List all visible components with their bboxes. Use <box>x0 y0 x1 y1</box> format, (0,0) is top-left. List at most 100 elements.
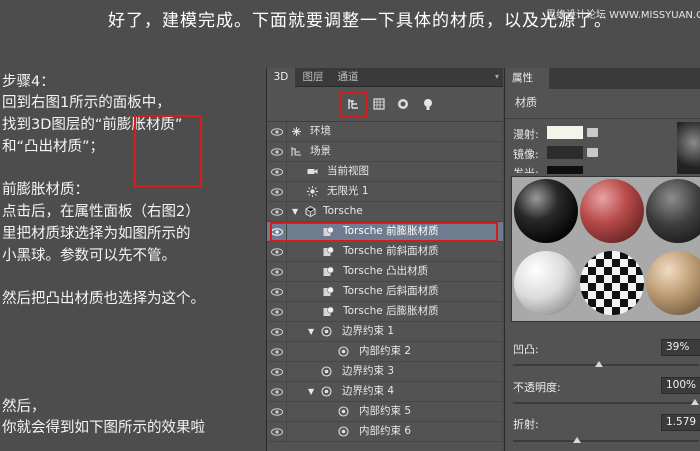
tab-channels[interactable]: 通道 <box>331 68 365 87</box>
material-brick-ball[interactable] <box>580 179 644 243</box>
constraint-icon <box>321 326 332 337</box>
material-icon <box>323 286 334 296</box>
tutorial-line: 步骤4： <box>2 74 55 90</box>
constraint-icon <box>321 386 332 397</box>
layer-label: Torsche 凸出材质 <box>343 265 429 277</box>
light-icon[interactable] <box>419 95 437 113</box>
refraction-slider-track[interactable] <box>513 440 699 442</box>
illumination-label: 发光: <box>513 165 539 173</box>
opacity-slider-knob[interactable] <box>691 399 699 405</box>
eye-icon[interactable] <box>267 262 287 281</box>
opacity-slider-track[interactable] <box>513 402 699 404</box>
expand-caret-icon[interactable]: ▼ <box>308 382 314 401</box>
scene-icon[interactable] <box>345 95 363 113</box>
eye-icon[interactable] <box>267 282 287 301</box>
layer-label: 内部约束 6 <box>359 425 412 437</box>
layer-row-extrusion-material[interactable]: Torsche 凸出材质 <box>267 262 503 282</box>
eye-icon[interactable] <box>267 422 287 441</box>
bump-slider-knob[interactable] <box>595 361 603 367</box>
eye-icon[interactable] <box>267 122 287 141</box>
selected-layer-highlight <box>270 222 498 242</box>
folder-icon[interactable] <box>587 148 598 157</box>
constraint-icon <box>338 406 349 417</box>
expand-caret-icon[interactable]: ▼ <box>292 202 298 221</box>
mesh-icon <box>305 206 316 217</box>
eye-icon[interactable] <box>267 382 287 401</box>
properties-subtitle: 材质 <box>515 96 537 109</box>
layer-label: 环境 <box>310 125 331 137</box>
material-icon[interactable] <box>394 95 412 113</box>
selected-material-highlight <box>134 115 202 187</box>
layer-row-boundary-constraint-3[interactable]: 边界约束 3 <box>267 362 503 382</box>
layer-label: 边界约束 1 <box>342 325 395 337</box>
environment-icon <box>292 127 301 136</box>
eye-icon[interactable] <box>267 202 287 221</box>
watermark: 思缘设计论坛 WWW.MISSYUAN.COM <box>546 10 700 21</box>
layer-row-front-bevel-material[interactable]: Torsche 前斜面材质 <box>267 242 503 262</box>
refraction-value[interactable]: 1.579 <box>661 414 700 431</box>
layer-label: 当前视图 <box>327 165 369 177</box>
eye-icon[interactable] <box>267 242 287 261</box>
folder-icon[interactable] <box>587 128 598 137</box>
material-white-ball[interactable] <box>514 251 578 315</box>
layer-row-current-view[interactable]: 当前视图 <box>267 162 503 182</box>
tab-layers[interactable]: 图层 <box>296 68 330 87</box>
tutorial-line: 然后， <box>2 399 46 415</box>
eye-icon[interactable] <box>267 362 287 381</box>
refraction-slider-knob[interactable] <box>573 437 581 443</box>
scene-icon <box>291 147 301 156</box>
panel-menu-icon[interactable]: ▾ <box>495 72 499 81</box>
layer-label: Torsche 前斜面材质 <box>343 245 439 257</box>
tutorial-line: 你就会得到如下图所示的效果啦 <box>2 420 205 436</box>
constraint-icon <box>338 346 349 357</box>
properties-header: 属性 <box>505 68 700 89</box>
eye-icon[interactable] <box>267 142 287 161</box>
panel-3d-toolbar <box>267 87 503 122</box>
layer-row-inner-constraint-2[interactable]: 内部约束 2 <box>267 342 503 362</box>
layer-row-torsche[interactable]: ▼ Torsche <box>267 202 503 222</box>
eye-icon[interactable] <box>267 302 287 321</box>
expand-caret-icon[interactable]: ▼ <box>308 322 314 341</box>
material-black-ball[interactable] <box>514 179 578 243</box>
material-preview <box>677 122 700 174</box>
material-rock-ball[interactable] <box>646 251 700 315</box>
layer-row-back-inflation-material[interactable]: Torsche 后膨胀材质 <box>267 302 503 322</box>
tutorial-line: 前膨胀材质： <box>2 182 89 198</box>
layer-row-boundary-constraint-1[interactable]: ▼ 边界约束 1 <box>267 322 503 342</box>
tab-3d[interactable]: 3D <box>267 68 295 87</box>
diffuse-swatch[interactable] <box>547 126 583 139</box>
eye-icon[interactable] <box>267 162 287 181</box>
material-dark-stone-ball[interactable] <box>646 179 700 243</box>
eye-icon[interactable] <box>267 342 287 361</box>
layer-row-environment[interactable]: 环境 <box>267 122 503 142</box>
eye-icon[interactable] <box>267 182 287 201</box>
light-icon <box>307 186 318 197</box>
material-checker-ball[interactable] <box>580 251 644 315</box>
layer-row-back-bevel-material[interactable]: Torsche 后斜面材质 <box>267 282 503 302</box>
tutorial-line: 回到右图1所示的面板中， <box>2 95 171 111</box>
layer-row-inner-constraint-6[interactable]: 内部约束 6 <box>267 422 503 442</box>
layer-row-scene[interactable]: 场景 <box>267 142 503 162</box>
specular-swatch[interactable] <box>547 146 583 159</box>
layer-label: 无限光 1 <box>327 185 369 197</box>
material-icon <box>323 306 334 316</box>
opacity-label: 不透明度: <box>513 381 561 394</box>
tab-properties[interactable]: 属性 <box>505 68 549 89</box>
tutorial-line: 然后把凸出材质也选择为这个。 <box>2 291 205 307</box>
specular-label: 镜像: <box>513 148 539 161</box>
layer-row-infinite-light[interactable]: 无限光 1 <box>267 182 503 202</box>
opacity-value[interactable]: 100% <box>661 377 700 394</box>
bump-slider-track[interactable] <box>513 364 699 366</box>
bump-value[interactable]: 39% <box>661 339 700 356</box>
layer-label: Torsche 后膨胀材质 <box>343 305 439 317</box>
eye-icon[interactable] <box>267 322 287 341</box>
layer-label: Torsche 后斜面材质 <box>343 285 439 297</box>
layer-row-boundary-constraint-4[interactable]: ▼ 边界约束 4 <box>267 382 503 402</box>
constraint-icon <box>321 366 332 377</box>
layer-row-inner-constraint-5[interactable]: 内部约束 5 <box>267 402 503 422</box>
eye-icon[interactable] <box>267 402 287 421</box>
headline: 好了，建模完成。下面就要调整一下具体的材质，以及光源了。 <box>108 11 612 31</box>
tutorial-line: 小黑球。参数可以先不管。 <box>2 248 176 264</box>
illumination-swatch[interactable] <box>547 166 583 174</box>
mesh-icon[interactable] <box>370 95 388 113</box>
